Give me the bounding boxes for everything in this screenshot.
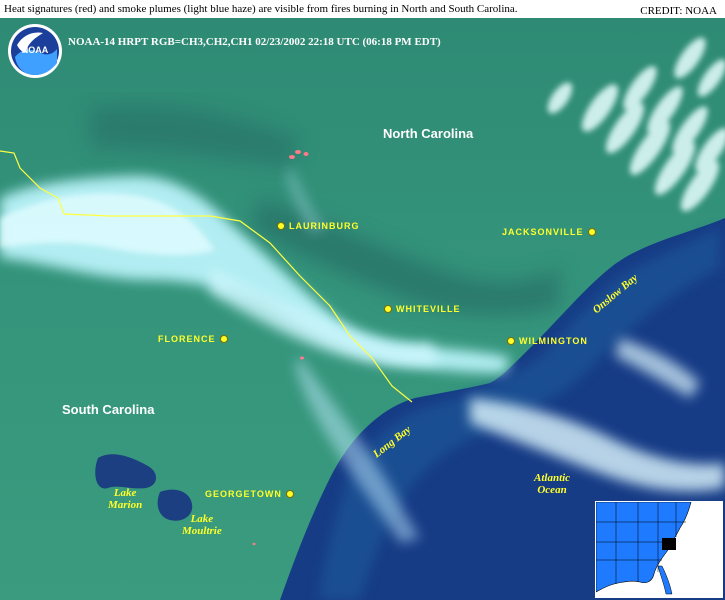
city-jacksonville: JACKSONVILLE [502, 227, 596, 237]
city-marker-icon [587, 228, 596, 236]
noaa-logo-icon: NOAA [8, 24, 62, 78]
city-whiteville: WHITEVILLE [384, 304, 461, 314]
city-georgetown: GEORGETOWN [205, 489, 294, 499]
image-credit: CREDIT: NOAA [640, 5, 717, 17]
city-label: LAURINBURG [289, 221, 360, 231]
image-caption: Heat signatures (red) and smoke plumes (… [4, 3, 518, 15]
noaa-logo-text: NOAA [22, 45, 49, 55]
atlantic-ocean-label: Atlantic Ocean [534, 472, 570, 496]
lake-marion-label-line2: Marion [108, 499, 143, 511]
city-wilmington: WILMINGTON [507, 336, 588, 346]
city-marker-icon [384, 305, 392, 313]
city-label: FLORENCE [158, 334, 216, 344]
atlantic-ocean-label-line2: Ocean [537, 484, 567, 496]
city-marker-icon [285, 490, 294, 498]
city-label: WHITEVILLE [396, 304, 461, 314]
lake-marion-label-line1: Lake [113, 487, 137, 499]
lake-moultrie-label-line1: Lake [190, 513, 214, 525]
locator-highlight [662, 538, 676, 550]
south-carolina-label: South Carolina [62, 402, 155, 417]
north-carolina-label: North Carolina [383, 126, 474, 141]
city-label: JACKSONVILLE [502, 227, 584, 237]
lake-marion-label: Lake Marion [108, 487, 142, 511]
city-marker-icon [219, 335, 228, 343]
atlantic-ocean-label-line1: Atlantic [534, 472, 571, 484]
lake-moultrie-label-line2: Moultrie [182, 525, 222, 537]
image-metadata: NOAA-14 HRPT RGB=CH3,CH2,CH1 02/23/2002 … [68, 36, 441, 48]
locator-map-graphic [596, 502, 722, 597]
caption-bar: Heat signatures (red) and smoke plumes (… [0, 0, 725, 18]
city-label: GEORGETOWN [205, 489, 282, 499]
city-marker-icon [277, 222, 285, 230]
page: Heat signatures (red) and smoke plumes (… [0, 0, 725, 600]
satellite-map: NOAA NOAA-14 HRPT RGB=CH3,CH2,CH1 02/23/… [0, 18, 725, 600]
lake-moultrie-label: Lake Moultrie [182, 513, 222, 537]
city-marker-icon [507, 337, 515, 345]
locator-inset-map [595, 501, 723, 598]
city-florence: FLORENCE [158, 334, 228, 344]
city-label: WILMINGTON [519, 336, 588, 346]
city-laurinburg: LAURINBURG [277, 221, 360, 231]
